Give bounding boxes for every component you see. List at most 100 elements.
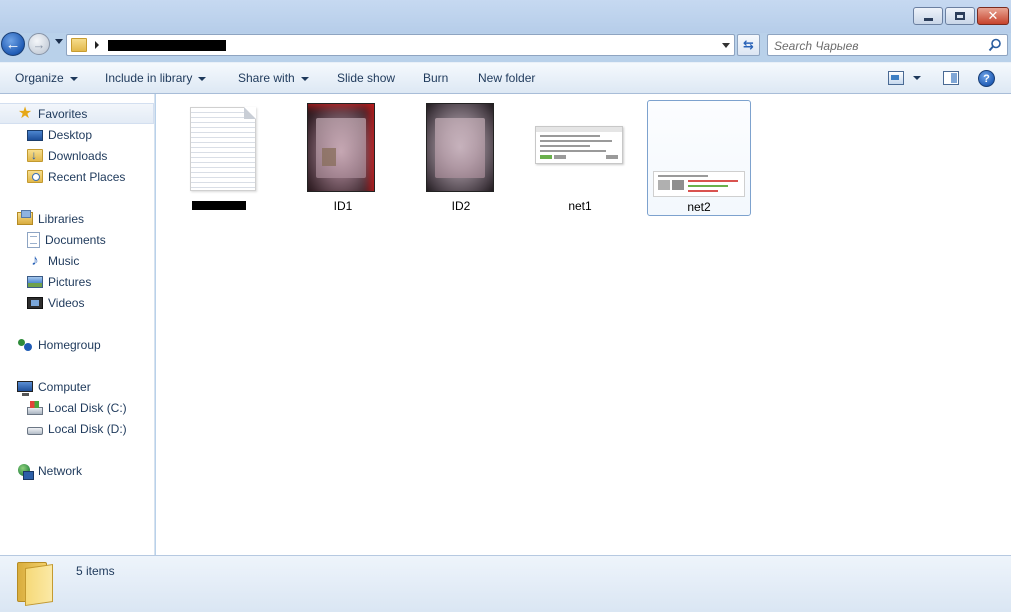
sidebar-item-homegroup[interactable]: Homegroup xyxy=(0,334,154,355)
file-item[interactable]: ID2 xyxy=(425,100,529,216)
star-icon: ★ xyxy=(17,104,33,122)
sidebar-item-computer[interactable]: Computer xyxy=(0,376,154,397)
file-list[interactable]: ID1 ID2 net1 net2 xyxy=(156,94,1011,555)
chevron-down-icon xyxy=(300,76,309,81)
sidebar-item-recent-places[interactable]: Recent Places xyxy=(0,166,154,187)
burn-button[interactable]: Burn xyxy=(423,71,448,87)
recent-pages-dropdown[interactable] xyxy=(55,39,63,44)
maximize-icon xyxy=(946,8,974,24)
close-button[interactable]: ✕ xyxy=(977,7,1009,25)
file-name: ID2 xyxy=(451,199,471,213)
sidebar-item-pictures[interactable]: Pictures xyxy=(0,271,154,292)
sidebar-item-label: Pictures xyxy=(48,274,92,289)
window-controls: ✕ xyxy=(911,7,1009,25)
sidebar-item-label: Favorites xyxy=(38,106,88,121)
pictures-icon xyxy=(27,276,43,288)
sidebar-item-label: Computer xyxy=(38,379,91,394)
file-name-redacted xyxy=(192,201,246,210)
sidebar-item-downloads[interactable]: Downloads xyxy=(0,145,154,166)
help-icon[interactable]: ? xyxy=(978,70,995,87)
sidebar-item-music[interactable]: ♪ Music xyxy=(0,250,154,271)
forward-button[interactable]: → xyxy=(28,33,50,55)
file-item-selected[interactable]: net2 xyxy=(647,100,751,216)
slide-show-button[interactable]: Slide show xyxy=(337,71,395,87)
sidebar-item-label: Libraries xyxy=(38,211,85,226)
computer-icon xyxy=(17,381,33,396)
sidebar-item-label: Downloads xyxy=(48,148,108,163)
search-icon[interactable] xyxy=(988,38,1002,52)
sidebar-item-videos[interactable]: Videos xyxy=(0,292,154,313)
chevron-down-icon xyxy=(198,76,207,81)
sidebar-item-libraries[interactable]: Libraries xyxy=(0,208,154,229)
command-bar: Organize Include in library Share with S… xyxy=(0,62,1011,94)
sidebar-item-label: Homegroup xyxy=(38,337,101,352)
close-icon: ✕ xyxy=(987,8,999,23)
desktop-icon xyxy=(27,129,43,141)
include-in-library-label: Include in library xyxy=(105,71,193,85)
breadcrumb-arrow-icon[interactable] xyxy=(95,41,99,49)
sidebar-item-label: Videos xyxy=(48,295,85,310)
back-button[interactable]: ← xyxy=(1,32,25,56)
document-icon xyxy=(190,107,256,191)
change-view-icon[interactable] xyxy=(888,71,904,85)
share-with-menu[interactable]: Share with xyxy=(238,71,309,87)
sidebar-item-label: Documents xyxy=(45,232,106,247)
organize-label: Organize xyxy=(15,71,64,85)
sidebar-item-documents[interactable]: Documents xyxy=(0,229,154,250)
file-item[interactable]: ID1 xyxy=(306,100,410,216)
sidebar-item-label: Local Disk (C:) xyxy=(48,400,127,415)
address-path-redacted xyxy=(108,40,226,51)
view-options-dropdown[interactable] xyxy=(913,76,921,80)
sidebar-item-desktop[interactable]: Desktop xyxy=(0,124,154,145)
maximize-button[interactable] xyxy=(945,7,975,25)
network-icon xyxy=(17,463,34,480)
screenshot-thumbnail xyxy=(535,126,623,164)
documents-icon xyxy=(27,231,40,248)
minimize-button[interactable] xyxy=(913,7,943,25)
sidebar-item-favorites[interactable]: ★ Favorites xyxy=(0,103,154,124)
downloads-icon xyxy=(27,148,43,162)
organize-menu[interactable]: Organize xyxy=(15,71,78,87)
sidebar-item-label: Music xyxy=(48,253,80,268)
details-pane: 5 items xyxy=(0,555,1011,612)
sidebar-item-label: Recent Places xyxy=(48,169,126,184)
include-in-library-menu[interactable]: Include in library xyxy=(105,71,207,87)
libraries-icon xyxy=(17,210,33,225)
sidebar-item-label: Local Disk (D:) xyxy=(48,421,127,436)
music-icon: ♪ xyxy=(31,251,39,269)
videos-icon xyxy=(27,297,43,309)
new-folder-button[interactable]: New folder xyxy=(478,71,535,87)
folder-icon xyxy=(71,38,87,52)
file-name: ID1 xyxy=(333,199,353,213)
minimize-icon xyxy=(914,8,942,24)
homegroup-icon xyxy=(17,337,33,353)
screenshot-thumbnail xyxy=(653,171,745,197)
photo-thumbnail xyxy=(307,103,375,192)
photo-thumbnail xyxy=(426,103,494,192)
sidebar-item-label: Desktop xyxy=(48,127,93,142)
search-box[interactable] xyxy=(767,34,1008,56)
sidebar-item-label: Network xyxy=(38,463,83,478)
sidebar-item-local-disk-d[interactable]: Local Disk (D:) xyxy=(0,418,154,439)
file-item[interactable]: net1 xyxy=(534,100,638,216)
chevron-down-icon xyxy=(69,76,78,81)
refresh-button[interactable]: ⇆ xyxy=(737,34,760,56)
navigation-pane[interactable]: ★ Favorites Desktop Downloads Recent Pla… xyxy=(0,94,155,555)
share-with-label: Share with xyxy=(238,71,295,85)
navigation-bar: ← → ⇆ xyxy=(0,30,1011,60)
sidebar-item-local-disk-c[interactable]: Local Disk (C:) xyxy=(0,397,154,418)
disk-d-icon xyxy=(27,427,43,435)
disk-c-icon xyxy=(27,400,43,415)
item-count: 5 items xyxy=(76,564,115,578)
recent-places-icon xyxy=(27,170,43,183)
preview-pane-icon[interactable] xyxy=(943,71,959,85)
file-name: net1 xyxy=(568,199,592,213)
address-bar[interactable] xyxy=(66,34,735,56)
sidebar-item-network[interactable]: Network xyxy=(0,460,154,481)
title-bar: ✕ xyxy=(0,0,1011,33)
file-name: net2 xyxy=(687,200,711,214)
folder-icon xyxy=(17,562,53,606)
address-history-dropdown[interactable] xyxy=(722,43,730,48)
file-item[interactable] xyxy=(156,100,260,216)
search-input[interactable] xyxy=(774,38,984,53)
